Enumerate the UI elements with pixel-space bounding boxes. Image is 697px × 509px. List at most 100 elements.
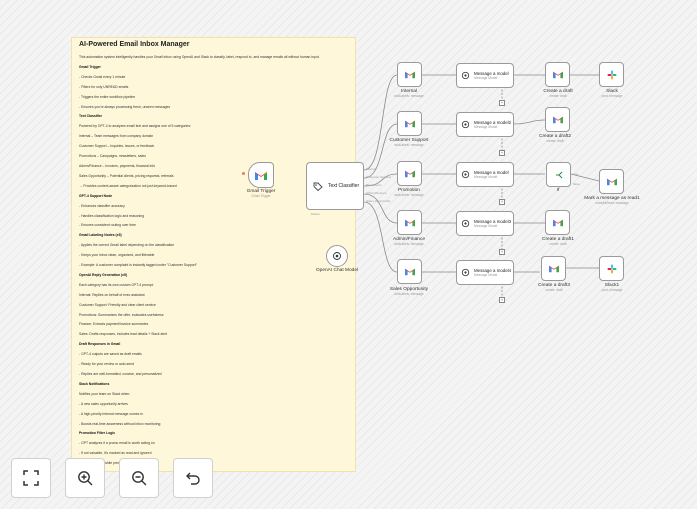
sticky-heading: Text Classifier	[79, 114, 102, 119]
gmail-icon	[404, 267, 416, 276]
sticky-line: Each category has its own custom GPT-4 p…	[79, 282, 154, 287]
message-model3-sub: Message Model	[474, 224, 498, 228]
zoom-out-button[interactable]	[119, 458, 159, 498]
undo-icon	[185, 470, 201, 486]
sticky-line: - A new sales opportunity arrives	[79, 401, 128, 406]
edge-label-internal: Internal	[366, 167, 377, 171]
sticky-line: - Applies the correct Gmail label depend…	[79, 243, 175, 248]
slack1-node[interactable]	[599, 256, 624, 281]
slack-sub: post: message	[601, 94, 623, 98]
internal-sub: addLabels: message	[394, 94, 424, 98]
gmail-icon	[552, 218, 564, 227]
create-draft2-node[interactable]	[545, 107, 570, 132]
sticky-line: Internal: Replies on behalf of exec assi…	[79, 292, 145, 297]
text-classifier-node[interactable]: Text Classifier	[306, 162, 364, 210]
sticky-line: This automation system intelligently han…	[79, 55, 320, 59]
gmail-icon	[404, 169, 416, 178]
sticky-line: - Ready for your review or auto-send	[79, 362, 135, 367]
sticky-title: AI-Powered Email Inbox Manager	[79, 41, 190, 48]
openai-icon	[461, 170, 470, 179]
sticky-line: Promotions: Summarizes the offer, evalua…	[79, 312, 164, 317]
edge-label-true: true	[573, 172, 579, 176]
undo-button[interactable]	[173, 458, 213, 498]
if-label: If	[556, 188, 560, 193]
zoom-in-button[interactable]	[65, 458, 105, 498]
edge-label-sales-opportunity: Sales Opportunity	[366, 199, 391, 203]
sticky-line: - Filters for only UNREAD emails	[79, 84, 129, 89]
sticky-heading: Draft Responses in Gmail	[79, 342, 121, 347]
gmail-icon	[404, 119, 416, 128]
message-model2-node[interactable]: Message a model2 Message Model	[456, 112, 514, 137]
openai-icon	[461, 120, 470, 129]
sticky-line: - Replies are well-formatted, concise, a…	[79, 372, 162, 376]
gmail-trigger-node[interactable]	[248, 162, 274, 188]
create-draft3-node[interactable]	[541, 256, 566, 281]
admin-finance-node[interactable]	[397, 210, 422, 235]
sticky-line: - Boosts real-time awareness without inb…	[79, 421, 161, 426]
sticky-line: Promotions – Campaigns, newsletters, sal…	[79, 154, 146, 159]
edge-label-promotions: Promotions	[366, 183, 382, 187]
message-model-promo-node[interactable]: Message a model Message Model	[456, 162, 514, 187]
sticky-heading: Gmail Labeling Nodes (x5)	[79, 233, 122, 238]
create-draft1-sub: create: draft	[549, 242, 567, 246]
add-tool-button[interactable]: +	[499, 199, 505, 205]
mark-read-node[interactable]	[599, 169, 624, 194]
zoom-in-icon	[77, 470, 93, 486]
sales-opportunity-node[interactable]	[397, 259, 422, 284]
sticky-line: Powered by GPT-4 to analyzes email text …	[79, 124, 191, 129]
openai-chat-model-label: OpenAI Chat Model	[315, 268, 359, 273]
mark-read-sub: markAsRead: message	[595, 201, 629, 205]
sticky-body: This automation system intelligently han…	[79, 53, 348, 469]
trigger-marker-icon	[242, 172, 245, 175]
openai-icon	[461, 219, 470, 228]
gmail-icon	[552, 115, 564, 124]
message-model-node[interactable]: Message a model Message Model	[456, 63, 514, 88]
message-model3-node[interactable]: Message a model3 Message Model	[456, 211, 514, 236]
create-draft1-node[interactable]	[545, 210, 570, 235]
slack1-sub: post: message	[601, 288, 623, 292]
workflow-canvas[interactable]: AI-Powered Email Inbox Manager This auto…	[0, 0, 697, 509]
customer-support-node[interactable]	[397, 111, 422, 136]
slack-icon	[607, 264, 617, 274]
branch-icon	[554, 170, 564, 180]
add-tool-button[interactable]: +	[499, 150, 505, 156]
if-node[interactable]	[546, 162, 571, 187]
customer-support-sub: addLabels: message	[394, 143, 424, 147]
sticky-line: - Triggers the entire workflow pipeline	[79, 94, 136, 99]
add-tool-button[interactable]: +	[499, 297, 505, 303]
text-classifier-label: Text Classifier	[328, 183, 360, 189]
sticky-note[interactable]: AI-Powered Email Inbox Manager This auto…	[71, 37, 356, 472]
create-draft-node[interactable]	[545, 62, 570, 87]
sticky-heading: Promotion Filter Logic	[79, 431, 116, 436]
message-model4-node[interactable]: Message a model4 Message Model	[456, 260, 514, 285]
sticky-line: Customer Support – Inquiries, issues, or…	[79, 144, 155, 149]
internal-node[interactable]	[397, 62, 422, 87]
sticky-line: - Keeps your inbox clean, organized, and…	[79, 253, 155, 258]
gmail-icon	[548, 264, 560, 273]
sticky-line: - If not valuable, it's marked as read a…	[79, 451, 152, 456]
message-model2-sub: Message Model	[474, 125, 498, 129]
sticky-line: - A high-priority internal message comes…	[79, 411, 143, 416]
add-tool-button[interactable]: +	[499, 100, 505, 106]
admin-finance-sub: addLabels: message	[394, 242, 424, 246]
sticky-line: Customer Support: Friendly and clear cli…	[79, 302, 156, 307]
promotion-sub: addLabels: message	[394, 193, 424, 197]
openai-icon	[332, 251, 342, 261]
sticky-line: - Ensures you're always processing fresh…	[79, 104, 171, 109]
edge-label-false: false	[573, 182, 580, 186]
sticky-line: - GPT analyzes if a promo email is worth…	[79, 441, 155, 446]
sticky-heading: Slack Notifications	[79, 381, 110, 386]
create-draft2-sub: create: draft	[546, 139, 564, 143]
sticky-line: - Ensures consistent routing over time	[79, 223, 136, 228]
sticky-line: - GPT-4 outputs are saved as draft email…	[79, 352, 142, 357]
gmail-icon	[404, 218, 416, 227]
fit-view-button[interactable]	[11, 458, 51, 498]
add-tool-button[interactable]: +	[499, 249, 505, 255]
openai-chat-model-node[interactable]	[326, 245, 348, 267]
gmail-icon	[404, 70, 416, 79]
slack-node[interactable]	[599, 62, 624, 87]
sticky-line: Internal – Team messages from company do…	[79, 134, 154, 139]
sticky-line: Sales: Drafts responses, includes lead d…	[79, 332, 168, 337]
promotion-node[interactable]	[397, 161, 422, 186]
sales-opportunity-sub: addLabels: message	[394, 292, 424, 296]
